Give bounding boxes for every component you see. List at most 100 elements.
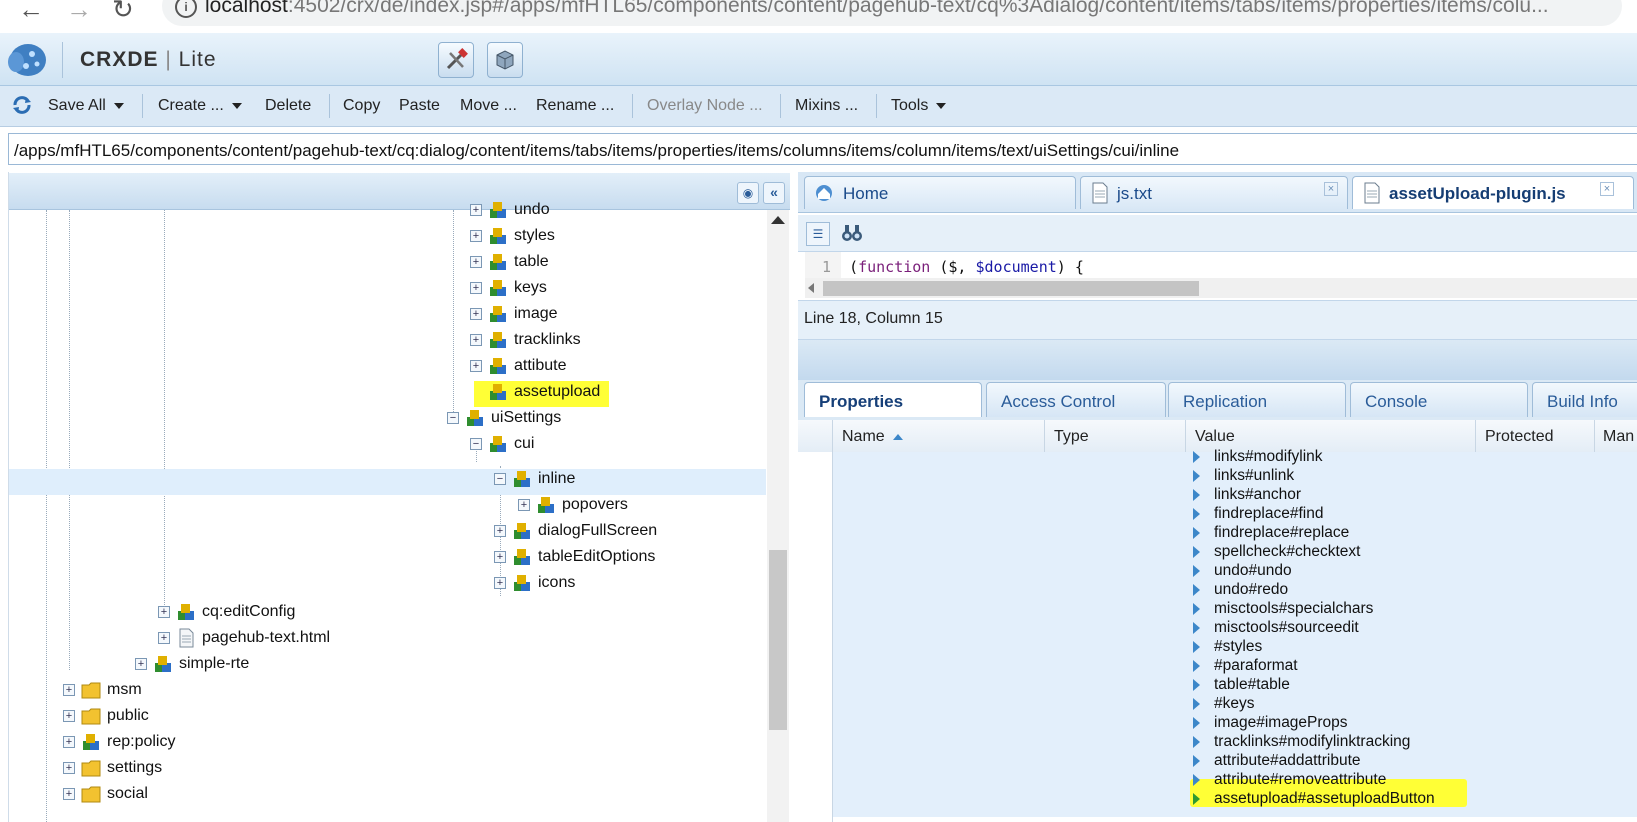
- expand-arrow-icon[interactable]: [1193, 793, 1200, 805]
- expand-icon[interactable]: +: [518, 499, 530, 511]
- column-protected[interactable]: Protected: [1485, 428, 1553, 446]
- tab-access-control[interactable]: Access Control: [986, 382, 1166, 417]
- expand-arrow-icon[interactable]: [1193, 584, 1200, 596]
- expand-icon[interactable]: +: [63, 736, 75, 748]
- path-input-text[interactable]: /apps/mfHTL65/components/content/pagehub…: [14, 141, 1179, 161]
- expand-arrow-icon[interactable]: [1193, 565, 1200, 577]
- expand-arrow-icon[interactable]: [1193, 736, 1200, 748]
- binoculars-icon[interactable]: ◉: [737, 182, 759, 204]
- tree-node-rep-policy[interactable]: + rep:policy: [63, 732, 175, 758]
- tree-node-uisettings[interactable]: − uiSettings: [447, 408, 561, 434]
- tree-node-cui[interactable]: − cui: [470, 434, 534, 460]
- tree-node-public[interactable]: + public: [63, 706, 149, 732]
- list-item[interactable]: #styles: [1193, 638, 1435, 657]
- expand-icon[interactable]: +: [470, 308, 482, 320]
- tree-node-keys[interactable]: + keys: [470, 278, 547, 304]
- list-item[interactable]: image#imageProps: [1193, 714, 1435, 733]
- tree-node-dialogfullscreen[interactable]: + dialogFullScreen: [494, 521, 657, 547]
- expand-icon[interactable]: +: [158, 632, 170, 644]
- tree-node-tableeditoptions[interactable]: + tableEditOptions: [494, 547, 655, 573]
- list-item[interactable]: attribute#removeattribute: [1193, 771, 1435, 790]
- expand-icon[interactable]: +: [470, 204, 482, 216]
- mixins-button[interactable]: Mixins ...: [795, 97, 858, 115]
- tree-node-undo[interactable]: + undo: [470, 200, 550, 226]
- column-value[interactable]: Value: [1195, 428, 1235, 446]
- collapse-icon[interactable]: −: [494, 473, 506, 485]
- copy-button[interactable]: Copy: [343, 97, 380, 115]
- list-item[interactable]: undo#undo: [1193, 562, 1435, 581]
- create-dropdown-icon[interactable]: [231, 102, 242, 109]
- tree-node-pagehub-text-html[interactable]: + pagehub-text.html: [158, 628, 330, 654]
- tree-node-table[interactable]: + table: [470, 252, 549, 278]
- expand-icon[interactable]: +: [135, 658, 147, 670]
- forward-arrow-icon[interactable]: →: [66, 0, 92, 25]
- tree-node-cq-editconfig[interactable]: + cq:editConfig: [158, 602, 295, 628]
- expand-arrow-icon[interactable]: [1193, 546, 1200, 558]
- editor-hscrollbar-thumb[interactable]: [823, 281, 1199, 296]
- reload-icon[interactable]: ↻: [112, 0, 134, 25]
- package-switch-button[interactable]: [487, 42, 523, 78]
- list-item[interactable]: misctools#specialchars: [1193, 600, 1435, 619]
- expand-arrow-icon[interactable]: [1193, 508, 1200, 520]
- list-item[interactable]: #paraformat: [1193, 657, 1435, 676]
- expand-arrow-icon[interactable]: [1193, 679, 1200, 691]
- save-all-dropdown-icon[interactable]: [113, 102, 124, 109]
- scroll-up-icon[interactable]: [771, 216, 785, 224]
- tools-button[interactable]: Tools: [891, 97, 947, 115]
- expand-arrow-icon[interactable]: [1193, 622, 1200, 634]
- tab-js-txt[interactable]: js.txt: [1080, 176, 1348, 209]
- expand-icon[interactable]: +: [470, 256, 482, 268]
- list-item[interactable]: attribute#addattribute: [1193, 752, 1435, 771]
- expand-icon[interactable]: +: [470, 230, 482, 242]
- expand-arrow-icon[interactable]: [1193, 603, 1200, 615]
- list-item[interactable]: tracklinks#modifylinktracking: [1193, 733, 1435, 752]
- tree-node-popovers[interactable]: + popovers: [518, 495, 628, 521]
- tab-assetupload-plugin[interactable]: assetUpload-plugin.js: [1352, 176, 1634, 209]
- tab-replication[interactable]: Replication: [1168, 382, 1346, 417]
- expand-icon[interactable]: +: [63, 684, 75, 696]
- list-item[interactable]: findreplace#find: [1193, 505, 1435, 524]
- expand-arrow-icon[interactable]: [1193, 470, 1200, 482]
- list-item[interactable]: findreplace#replace: [1193, 524, 1435, 543]
- expand-icon[interactable]: +: [494, 551, 506, 563]
- list-item[interactable]: undo#redo: [1193, 581, 1435, 600]
- tab-console[interactable]: Console: [1350, 382, 1528, 417]
- expand-icon[interactable]: +: [63, 710, 75, 722]
- expand-arrow-icon[interactable]: [1193, 774, 1200, 786]
- expand-icon[interactable]: +: [494, 577, 506, 589]
- list-item[interactable]: misctools#sourceedit: [1193, 619, 1435, 638]
- rename-button[interactable]: Rename ...: [536, 97, 614, 115]
- tree-node-attibute[interactable]: + attibute: [470, 356, 566, 382]
- tree-node-image[interactable]: + image: [470, 304, 558, 330]
- column-mandatory[interactable]: Man: [1603, 428, 1634, 446]
- code-line[interactable]: 1 (function ($, $document) {: [805, 258, 1084, 276]
- list-item[interactable]: #keys: [1193, 695, 1435, 714]
- tree-node-assetupload[interactable]: assetupload: [488, 382, 600, 408]
- expand-icon[interactable]: +: [494, 525, 506, 537]
- create-button[interactable]: Create ...: [158, 97, 242, 115]
- expand-arrow-icon[interactable]: [1193, 641, 1200, 653]
- expand-arrow-icon[interactable]: [1193, 527, 1200, 539]
- panel-splitter[interactable]: [798, 340, 1637, 380]
- expand-arrow-icon[interactable]: [1193, 451, 1200, 463]
- column-type[interactable]: Type: [1054, 428, 1089, 446]
- expand-icon[interactable]: +: [63, 762, 75, 774]
- close-tab-icon[interactable]: ×: [1324, 182, 1338, 196]
- tree-node-inline[interactable]: − inline: [494, 469, 575, 495]
- list-item[interactable]: links#modifylink: [1193, 448, 1435, 467]
- expand-arrow-icon[interactable]: [1193, 489, 1200, 501]
- tools-dropdown-icon[interactable]: [936, 102, 947, 109]
- back-arrow-icon[interactable]: ←: [18, 0, 44, 25]
- collapse-panel-icon[interactable]: «: [763, 182, 785, 204]
- collapse-icon[interactable]: −: [447, 412, 459, 424]
- tree-scrollbar[interactable]: [767, 210, 789, 822]
- tree-scrollbar-thumb[interactable]: [769, 550, 787, 730]
- expand-icon[interactable]: +: [63, 788, 75, 800]
- list-item[interactable]: links#unlink: [1193, 467, 1435, 486]
- tree-node-settings[interactable]: + settings: [63, 758, 162, 784]
- tree-node-msm[interactable]: + msm: [63, 680, 142, 706]
- tree-node-icons[interactable]: + icons: [494, 573, 575, 599]
- tree-node-tracklinks[interactable]: + tracklinks: [470, 330, 581, 356]
- list-item[interactable]: spellcheck#checktext: [1193, 543, 1435, 562]
- expand-icon[interactable]: +: [470, 282, 482, 294]
